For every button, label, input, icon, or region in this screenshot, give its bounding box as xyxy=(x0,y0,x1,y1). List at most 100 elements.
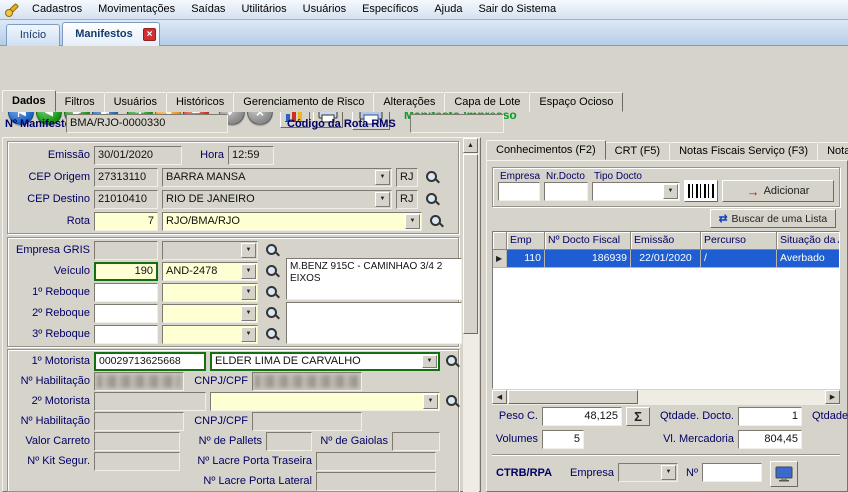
dropdown-arrow-icon[interactable]: ▼ xyxy=(663,184,678,199)
cep-origem-search-icon[interactable] xyxy=(424,169,440,185)
emissao-field[interactable]: 30/01/2020 xyxy=(94,146,182,165)
reboque1-codigo-field[interactable] xyxy=(94,283,158,302)
scroll-right-icon[interactable]: ▶ xyxy=(825,390,840,404)
adicionar-button[interactable]: → Adicionar xyxy=(722,180,834,202)
grid-row-selected[interactable]: ▶ 110 186939 22/01/2020 / Averbado xyxy=(493,250,839,268)
empresa-gris-field[interactable] xyxy=(94,241,158,260)
dropdown-arrow-icon[interactable]: ▼ xyxy=(405,214,420,229)
cep-origem-uf-field[interactable]: RJ xyxy=(396,168,418,187)
lacre-lateral-field[interactable] xyxy=(316,472,436,491)
dropdown-arrow-icon[interactable]: ▼ xyxy=(241,264,256,279)
menu-item-especificos[interactable]: Específicos xyxy=(354,0,426,19)
dropdown-arrow-icon[interactable]: ▼ xyxy=(241,285,256,300)
cep-origem-city-combo[interactable]: BARRA MANSA▼ xyxy=(162,168,392,187)
menu-item-ajuda[interactable]: Ajuda xyxy=(426,0,470,19)
menu-item-utilitarios[interactable]: Utilitários xyxy=(233,0,294,19)
barcode-button[interactable] xyxy=(684,180,718,202)
doc-empresa-field[interactable] xyxy=(498,182,540,201)
valor-carreto-field[interactable] xyxy=(94,432,180,451)
reboque3-search-icon[interactable] xyxy=(264,326,280,342)
dropdown-arrow-icon[interactable]: ▼ xyxy=(241,243,256,258)
tab-notas-fiscais[interactable]: Notas Fis xyxy=(817,142,848,160)
tab-gerenciamento-risco[interactable]: Gerenciamento de Risco xyxy=(233,92,374,112)
veiculo-codigo-field[interactable]: 190 xyxy=(94,262,158,281)
rota-combo[interactable]: RJO/BMA/RJO▼ xyxy=(162,212,422,231)
empresa-gris-search-icon[interactable] xyxy=(264,242,280,258)
cep-origem-field[interactable]: 27313110 xyxy=(94,168,158,187)
hora-field[interactable]: 12:59 xyxy=(228,146,274,165)
motorista1-search-icon[interactable] xyxy=(444,353,460,369)
dropdown-arrow-icon[interactable]: ▼ xyxy=(423,394,438,409)
reboque3-combo[interactable]: ▼ xyxy=(162,325,258,344)
tab-historicos[interactable]: Históricos xyxy=(166,92,234,112)
ctrb-separator xyxy=(492,454,840,456)
gaiolas-field[interactable] xyxy=(392,432,440,451)
tab-espaco-ocioso[interactable]: Espaço Ocioso xyxy=(529,92,623,112)
cod-rota-rms-field[interactable] xyxy=(410,114,504,133)
hscrollbar-thumb[interactable] xyxy=(508,390,638,404)
no-manifesto-field[interactable]: BMA/RJO-0000330 xyxy=(66,114,228,133)
reboque1-combo[interactable]: ▼ xyxy=(162,283,258,302)
ctrb-view-button[interactable] xyxy=(770,461,798,487)
menu-item-usuarios[interactable]: Usuários xyxy=(295,0,354,19)
tab-manifestos[interactable]: Manifestos × xyxy=(62,22,160,46)
reboque3-codigo-field[interactable] xyxy=(94,325,158,344)
scroll-up-icon[interactable]: ▲ xyxy=(463,138,478,153)
tab-conhecimentos[interactable]: Conhecimentos (F2) xyxy=(486,140,606,160)
ctrb-nr-field[interactable] xyxy=(702,463,762,482)
form-scrollbar[interactable]: ▲ xyxy=(463,138,479,492)
close-tab-icon[interactable]: × xyxy=(143,28,156,41)
motorista1-nome-combo[interactable]: ELDER LIMA DE CARVALHO▼ xyxy=(210,352,440,371)
tab-usuarios[interactable]: Usuários xyxy=(104,92,167,112)
motorista2-nome-combo[interactable]: ▼ xyxy=(210,392,440,411)
veiculo-placa-combo[interactable]: AND-2478▼ xyxy=(162,262,258,281)
cep-destino-uf-field[interactable]: RJ xyxy=(396,190,418,209)
tab-capa-lote[interactable]: Capa de Lote xyxy=(444,92,530,112)
menu-item-movimentacoes[interactable]: Movimentações xyxy=(90,0,183,19)
tab-crt[interactable]: CRT (F5) xyxy=(605,142,670,160)
rota-codigo-field[interactable]: 7 xyxy=(94,212,158,231)
kit-segur-field[interactable] xyxy=(94,452,180,471)
ctrb-empresa-combo[interactable]: ▼ xyxy=(618,463,678,482)
menu-item-cadastros[interactable]: Cadastros xyxy=(24,0,90,19)
motorista1-codigo-field[interactable]: 00029713625668 xyxy=(94,352,206,371)
sum-button[interactable]: Σ xyxy=(626,407,650,426)
veiculo-search-icon[interactable] xyxy=(264,263,280,279)
doc-nr-docto-field[interactable] xyxy=(544,182,588,201)
habilitacao2-field[interactable] xyxy=(94,412,184,431)
reboque2-search-icon[interactable] xyxy=(264,305,280,321)
dropdown-arrow-icon[interactable]: ▼ xyxy=(375,192,390,207)
reboque1-search-icon[interactable] xyxy=(264,284,280,300)
buscar-lista-button[interactable]: ⇄ Buscar de uma Lista xyxy=(710,209,836,228)
tab-dados[interactable]: Dados xyxy=(2,90,56,112)
reboque2-label: 2º Reboque xyxy=(8,304,90,323)
pallets-field[interactable] xyxy=(266,432,312,451)
ctrb-empresa-label: Empresa xyxy=(570,464,614,483)
doc-tipo-docto-combo[interactable]: ▼ xyxy=(592,182,680,201)
tab-notas-fiscais-servico[interactable]: Notas Fiscais Serviço (F3) xyxy=(669,142,818,160)
cep-destino-search-icon[interactable] xyxy=(424,191,440,207)
dropdown-arrow-icon[interactable]: ▼ xyxy=(422,355,437,368)
dropdown-arrow-icon[interactable]: ▼ xyxy=(661,465,676,480)
reboque2-codigo-field[interactable] xyxy=(94,304,158,323)
reboque2-combo[interactable]: ▼ xyxy=(162,304,258,323)
scroll-left-icon[interactable]: ◀ xyxy=(492,390,507,404)
cnpj2-field[interactable] xyxy=(252,412,362,431)
rota-search-icon[interactable] xyxy=(428,213,444,229)
empresa-gris-combo[interactable]: ▼ xyxy=(162,241,258,260)
cep-destino-city-combo[interactable]: RIO DE JANEIRO▼ xyxy=(162,190,392,209)
cep-destino-field[interactable]: 21010410 xyxy=(94,190,158,209)
scrollbar-thumb[interactable] xyxy=(463,154,478,334)
tab-alteracoes[interactable]: Alterações xyxy=(373,92,445,112)
dropdown-arrow-icon[interactable]: ▼ xyxy=(375,170,390,185)
menu-item-saidas[interactable]: Saídas xyxy=(183,0,233,19)
dropdown-arrow-icon[interactable]: ▼ xyxy=(241,327,256,342)
tab-inicio[interactable]: Início xyxy=(6,24,60,46)
menu-item-sair[interactable]: Sair do Sistema xyxy=(470,0,564,19)
tab-filtros[interactable]: Filtros xyxy=(55,92,105,112)
lacre-traseira-field[interactable] xyxy=(316,452,436,471)
motorista2-search-icon[interactable] xyxy=(444,393,460,409)
motorista2-codigo-field[interactable] xyxy=(94,392,206,411)
dropdown-arrow-icon[interactable]: ▼ xyxy=(241,306,256,321)
grid-hscrollbar[interactable]: ◀ ▶ xyxy=(492,390,840,405)
